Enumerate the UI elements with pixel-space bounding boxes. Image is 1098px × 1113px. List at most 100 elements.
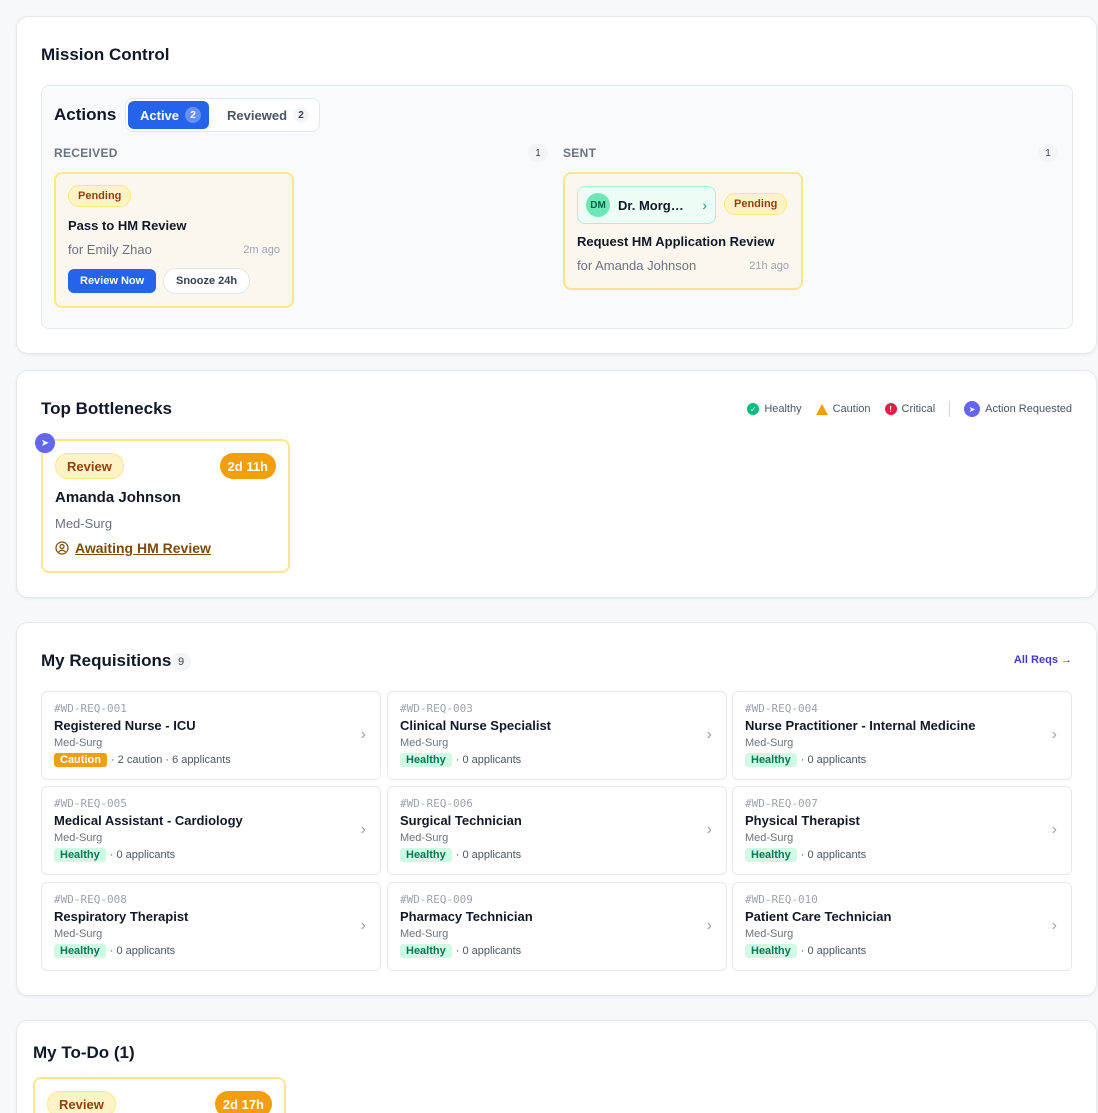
tab-active[interactable]: Active 2: [128, 101, 210, 129]
requisition-card[interactable]: #WD-REQ-009 Pharmacy Technician Med-Surg He…: [387, 882, 727, 971]
req-dept: Med-Surg: [400, 928, 449, 940]
req-stats: · 0 applicants: [455, 849, 522, 861]
status-badge: Caution: [54, 753, 107, 767]
chevron-right-icon: ›: [1051, 917, 1057, 934]
chevron-right-icon: ›: [702, 197, 707, 213]
req-title: Physical Therapist: [745, 813, 860, 828]
status-badge: Healthy: [400, 848, 452, 862]
received-action-card: Pending Pass to HM Review for Emily Zhao…: [54, 172, 294, 308]
req-id: #WD-REQ-007: [745, 797, 818, 810]
tab-reviewed-label: Reviewed: [227, 107, 288, 123]
requisition-card[interactable]: #WD-REQ-001 Registered Nurse - ICU Med-Sur…: [41, 691, 381, 780]
req-meta: Healthy · 0 applicants: [54, 944, 175, 958]
req-id: #WD-REQ-005: [54, 797, 127, 810]
legend-label: Action Requested: [985, 403, 1072, 415]
action-for: for Amanda Johnson: [577, 258, 697, 273]
status-badge: Pending: [68, 185, 132, 207]
requisition-card[interactable]: #WD-REQ-004 Nurse Practitioner - Internal…: [732, 691, 1072, 780]
action-time: 21h ago: [749, 260, 789, 272]
chevron-right-icon: ›: [706, 821, 712, 838]
duration-badge: 2d 17h: [214, 1091, 272, 1113]
req-dept: Med-Surg: [745, 928, 794, 940]
requisition-card[interactable]: #WD-REQ-006 Surgical Technician Med-Surg He…: [387, 786, 727, 875]
actions-tab-group: Active 2 Reviewed 2: [125, 98, 320, 132]
req-stats: · 0 applicants: [800, 945, 867, 957]
person-chip[interactable]: DM Dr. Morg… ›: [577, 186, 716, 224]
req-title: Nurse Practitioner - Internal Medicine: [745, 718, 976, 733]
send-icon: ➤: [964, 401, 981, 417]
person-name: Dr. Morg…: [618, 197, 684, 213]
sent-action-card: DM Dr. Morg… › Pending Request HM Applic…: [563, 172, 803, 290]
req-title: Medical Assistant - Cardiology: [54, 813, 243, 828]
send-icon: ➤: [35, 433, 55, 453]
chevron-right-icon: ›: [1051, 726, 1057, 743]
req-stats: · 0 applicants: [109, 945, 176, 957]
legend-divider: [949, 401, 951, 417]
req-title: Surgical Technician: [400, 813, 522, 828]
tab-reviewed[interactable]: Reviewed 2: [215, 101, 317, 129]
req-dept: Med-Surg: [400, 832, 449, 844]
review-now-button[interactable]: Review Now: [68, 269, 157, 293]
check-icon: ✓: [747, 403, 760, 415]
status-badge: Healthy: [54, 944, 106, 958]
status-badge: Healthy: [745, 944, 797, 958]
requisition-card[interactable]: #WD-REQ-008 Respiratory Therapist Med-Surg…: [41, 882, 381, 971]
req-stats: · 0 applicants: [800, 754, 867, 766]
requisition-card[interactable]: #WD-REQ-010 Patient Care Technician Med-Su…: [732, 882, 1072, 971]
chevron-right-icon: ›: [706, 917, 712, 934]
chevron-right-icon: ›: [360, 726, 366, 743]
action-for: for Emily Zhao: [68, 242, 152, 257]
status-badge: Healthy: [400, 753, 452, 767]
status-badge: Healthy: [400, 944, 452, 958]
legend-label: Healthy: [764, 403, 802, 415]
req-meta: Healthy · 0 applicants: [400, 944, 521, 958]
legend-critical: ! Critical: [884, 403, 935, 415]
req-title: Pharmacy Technician: [400, 909, 533, 924]
legend-healthy: ✓ Healthy: [747, 403, 802, 415]
todo-title: My To-Do (1): [33, 1043, 135, 1062]
legend-label: Caution: [832, 403, 871, 415]
sent-count: 1: [1038, 144, 1058, 162]
req-dept: Med-Surg: [745, 832, 794, 844]
alert-icon: !: [884, 403, 897, 415]
action-time: 2m ago: [243, 244, 280, 256]
req-title: Registered Nurse - ICU: [54, 718, 196, 733]
actions-title: Actions: [54, 105, 117, 124]
req-meta: Healthy · 0 applicants: [745, 848, 866, 862]
bottleneck-card[interactable]: ➤ Review 2d 11h Amanda Johnson Med-Surg …: [35, 433, 290, 573]
snooze-button[interactable]: Snooze 24h: [163, 268, 251, 294]
status-badge: Healthy: [745, 753, 797, 767]
req-id: #WD-REQ-009: [400, 893, 473, 906]
status-text: Awaiting HM Review: [75, 540, 211, 556]
req-meta: Healthy · 0 applicants: [745, 944, 866, 958]
warning-icon: [815, 403, 828, 415]
my-requisitions-panel: My Requisitions 9 All Reqs → #WD-REQ-001…: [16, 622, 1097, 996]
req-stats: · 0 applicants: [455, 754, 522, 766]
todo-card[interactable]: Review 2d 17h: [33, 1077, 286, 1113]
my-todo-panel: My To-Do (1) Review 2d 17h: [16, 1020, 1097, 1113]
req-dept: Med-Surg: [745, 737, 794, 749]
req-dept: Med-Surg: [54, 928, 103, 940]
all-reqs-link[interactable]: All Reqs →: [1014, 654, 1072, 666]
chevron-right-icon: ›: [1051, 821, 1057, 838]
requisitions-count: 9: [171, 653, 191, 671]
req-stats: · 2 caution · 6 applicants: [110, 754, 231, 766]
req-id: #WD-REQ-003: [400, 702, 473, 715]
awaiting-review-link[interactable]: Awaiting HM Review: [55, 540, 211, 556]
duration-badge: 2d 11h: [219, 453, 276, 479]
req-meta: Healthy · 0 applicants: [400, 848, 521, 862]
requisition-card[interactable]: #WD-REQ-007 Physical Therapist Med-Surg Hea…: [732, 786, 1072, 875]
tab-reviewed-count: 2: [293, 107, 310, 123]
req-id: #WD-REQ-004: [745, 702, 818, 715]
avatar: DM: [586, 193, 610, 217]
req-stats: · 0 applicants: [455, 945, 522, 957]
req-dept: Med-Surg: [54, 737, 103, 749]
candidate-name: Amanda Johnson: [55, 489, 181, 506]
requisition-card[interactable]: #WD-REQ-005 Medical Assistant - Cardiolog…: [41, 786, 381, 875]
action-title: Pass to HM Review: [68, 218, 187, 233]
status-badge: Healthy: [745, 848, 797, 862]
actions-box: Actions Active 2 Reviewed 2 RECEIVED 1 S…: [41, 85, 1073, 329]
req-title: Patient Care Technician: [745, 909, 892, 924]
requisition-card[interactable]: #WD-REQ-003 Clinical Nurse Specialist Med-…: [387, 691, 727, 780]
req-dept: Med-Surg: [400, 737, 449, 749]
